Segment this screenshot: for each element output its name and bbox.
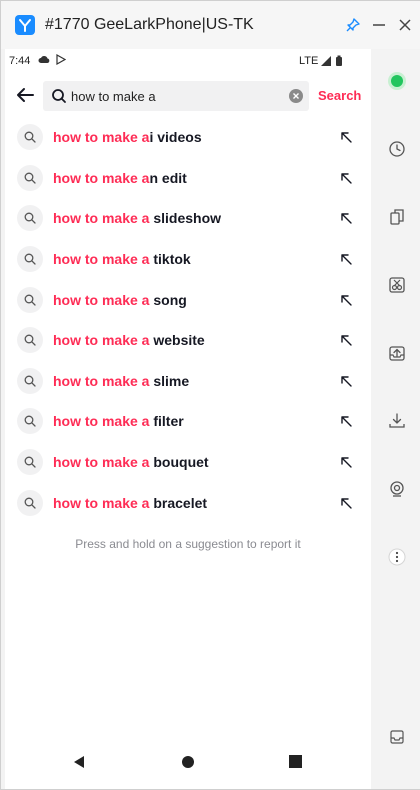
suggestion-item[interactable]: how to make a bouquet	[5, 442, 371, 483]
fill-query-arrow-icon[interactable]	[339, 414, 353, 428]
suggestion-text: how to make ai videos	[53, 129, 202, 145]
search-icon	[17, 286, 43, 313]
search-input[interactable]	[71, 81, 281, 111]
fill-query-arrow-icon[interactable]	[339, 455, 353, 469]
fill-query-arrow-icon[interactable]	[339, 374, 353, 388]
suggestion-text: how to make a bracelet	[53, 495, 207, 511]
app-logo-icon	[15, 15, 35, 35]
suggestion-match: how to make a	[53, 291, 150, 308]
search-icon	[17, 449, 43, 476]
status-bar: 7:44 LTE	[5, 49, 371, 73]
search-icon	[17, 408, 43, 435]
camera-icon[interactable]	[385, 477, 409, 501]
suggestion-text: how to make a tiktok	[53, 251, 191, 267]
report-hint: Press and hold on a suggestion to report…	[75, 537, 301, 551]
fill-query-arrow-icon[interactable]	[339, 211, 353, 225]
nav-home-icon[interactable]	[181, 755, 195, 774]
suggestion-text: how to make a song	[53, 292, 187, 308]
search-icon	[17, 327, 43, 354]
download-icon[interactable]	[385, 409, 409, 433]
suggestion-text: how to make a bouquet	[53, 454, 209, 470]
nav-recents-icon[interactable]	[289, 755, 302, 773]
suggestion-text: how to make a filter	[53, 413, 184, 429]
suggestion-completion: i videos	[149, 129, 202, 146]
history-icon[interactable]	[385, 137, 409, 161]
suggestion-item[interactable]: how to make a slideshow	[5, 198, 371, 239]
title-bar: #1770 GeeLarkPhone|US-TK	[1, 1, 420, 49]
suggestion-match: how to make a	[53, 210, 150, 227]
suggestion-match: how to make a	[53, 129, 150, 146]
screenshot-icon[interactable]	[385, 273, 409, 297]
fill-query-arrow-icon[interactable]	[339, 293, 353, 307]
suggestion-match: how to make a	[53, 251, 150, 268]
suggestion-match: how to make a	[53, 413, 150, 430]
suggestion-item[interactable]: how to make a website	[5, 320, 371, 361]
back-arrow-icon[interactable]	[13, 83, 37, 107]
suggestion-item[interactable]: how to make a bracelet	[5, 482, 371, 523]
battery-icon	[335, 55, 343, 70]
suggestion-item[interactable]: how to make a tiktok	[5, 239, 371, 280]
pin-icon[interactable]	[341, 13, 365, 37]
search-button[interactable]: Search	[318, 88, 361, 103]
search-icon	[51, 88, 67, 109]
fill-query-arrow-icon[interactable]	[339, 252, 353, 266]
suggestion-text: how to make an edit	[53, 170, 187, 186]
suggestion-match: how to make a	[53, 494, 150, 511]
status-time: 7:44	[9, 55, 31, 67]
fill-query-arrow-icon[interactable]	[339, 171, 353, 185]
suggestion-match: how to make a	[53, 169, 150, 186]
nav-back-icon[interactable]	[73, 755, 85, 774]
fill-query-arrow-icon[interactable]	[339, 130, 353, 144]
search-icon	[17, 205, 43, 232]
search-box[interactable]	[43, 81, 309, 111]
suggestion-item[interactable]: how to make ai videos	[5, 117, 371, 158]
suggestion-completion: slime	[149, 372, 190, 389]
search-icon	[17, 124, 43, 151]
suggestion-text: how to make a slideshow	[53, 210, 221, 226]
search-icon	[17, 164, 43, 191]
suggestion-completion: song	[149, 291, 187, 308]
suggestion-item[interactable]: how to make an edit	[5, 158, 371, 199]
fill-query-arrow-icon[interactable]	[339, 496, 353, 510]
suggestion-completion: tiktok	[149, 251, 191, 268]
phone-screen: 7:44 LTE how to make a Search how to mak…	[5, 49, 371, 789]
suggestion-item[interactable]: how to make a filter	[5, 401, 371, 442]
suggestion-text: how to make a website	[53, 332, 205, 348]
play-store-icon	[56, 53, 67, 68]
suggestion-item[interactable]: how to make a slime	[5, 361, 371, 402]
search-row: Search	[5, 79, 371, 113]
suggestion-match: how to make a	[53, 372, 150, 389]
inbox-icon[interactable]	[385, 725, 409, 749]
suggestion-completion: bouquet	[149, 454, 209, 471]
app-window: #1770 GeeLarkPhone|US-TK 7:44 LTE how to…	[0, 0, 420, 790]
fill-query-arrow-icon[interactable]	[339, 333, 353, 347]
close-icon[interactable]	[393, 13, 417, 37]
clear-search-icon[interactable]	[289, 89, 303, 103]
suggestion-completion: n edit	[149, 169, 187, 186]
network-type: LTE	[299, 55, 319, 67]
copy-icon[interactable]	[385, 205, 409, 229]
device-toolbar	[373, 49, 420, 789]
suggestion-list: how to make ai videos how to make an edi…	[5, 117, 371, 523]
search-icon	[17, 367, 43, 394]
suggestion-match: how to make a	[53, 454, 150, 471]
minimize-icon[interactable]	[367, 13, 391, 37]
suggestion-text: how to make a slime	[53, 373, 189, 389]
suggestion-completion: filter	[149, 413, 184, 430]
suggestion-completion: bracelet	[149, 494, 208, 511]
signal-icon	[321, 56, 331, 69]
suggestion-completion: slideshow	[149, 210, 222, 227]
search-icon	[17, 246, 43, 273]
window-title: #1770 GeeLarkPhone|US-TK	[45, 16, 254, 33]
suggestion-match: how to make a	[53, 332, 150, 349]
status-indicator-icon	[385, 69, 409, 93]
more-icon[interactable]	[385, 545, 409, 569]
android-nav-bar	[5, 739, 371, 787]
suggestion-completion: website	[149, 332, 205, 349]
cloud-icon	[38, 55, 50, 67]
search-icon	[17, 489, 43, 516]
suggestion-item[interactable]: how to make a song	[5, 279, 371, 320]
upload-icon[interactable]	[385, 341, 409, 365]
